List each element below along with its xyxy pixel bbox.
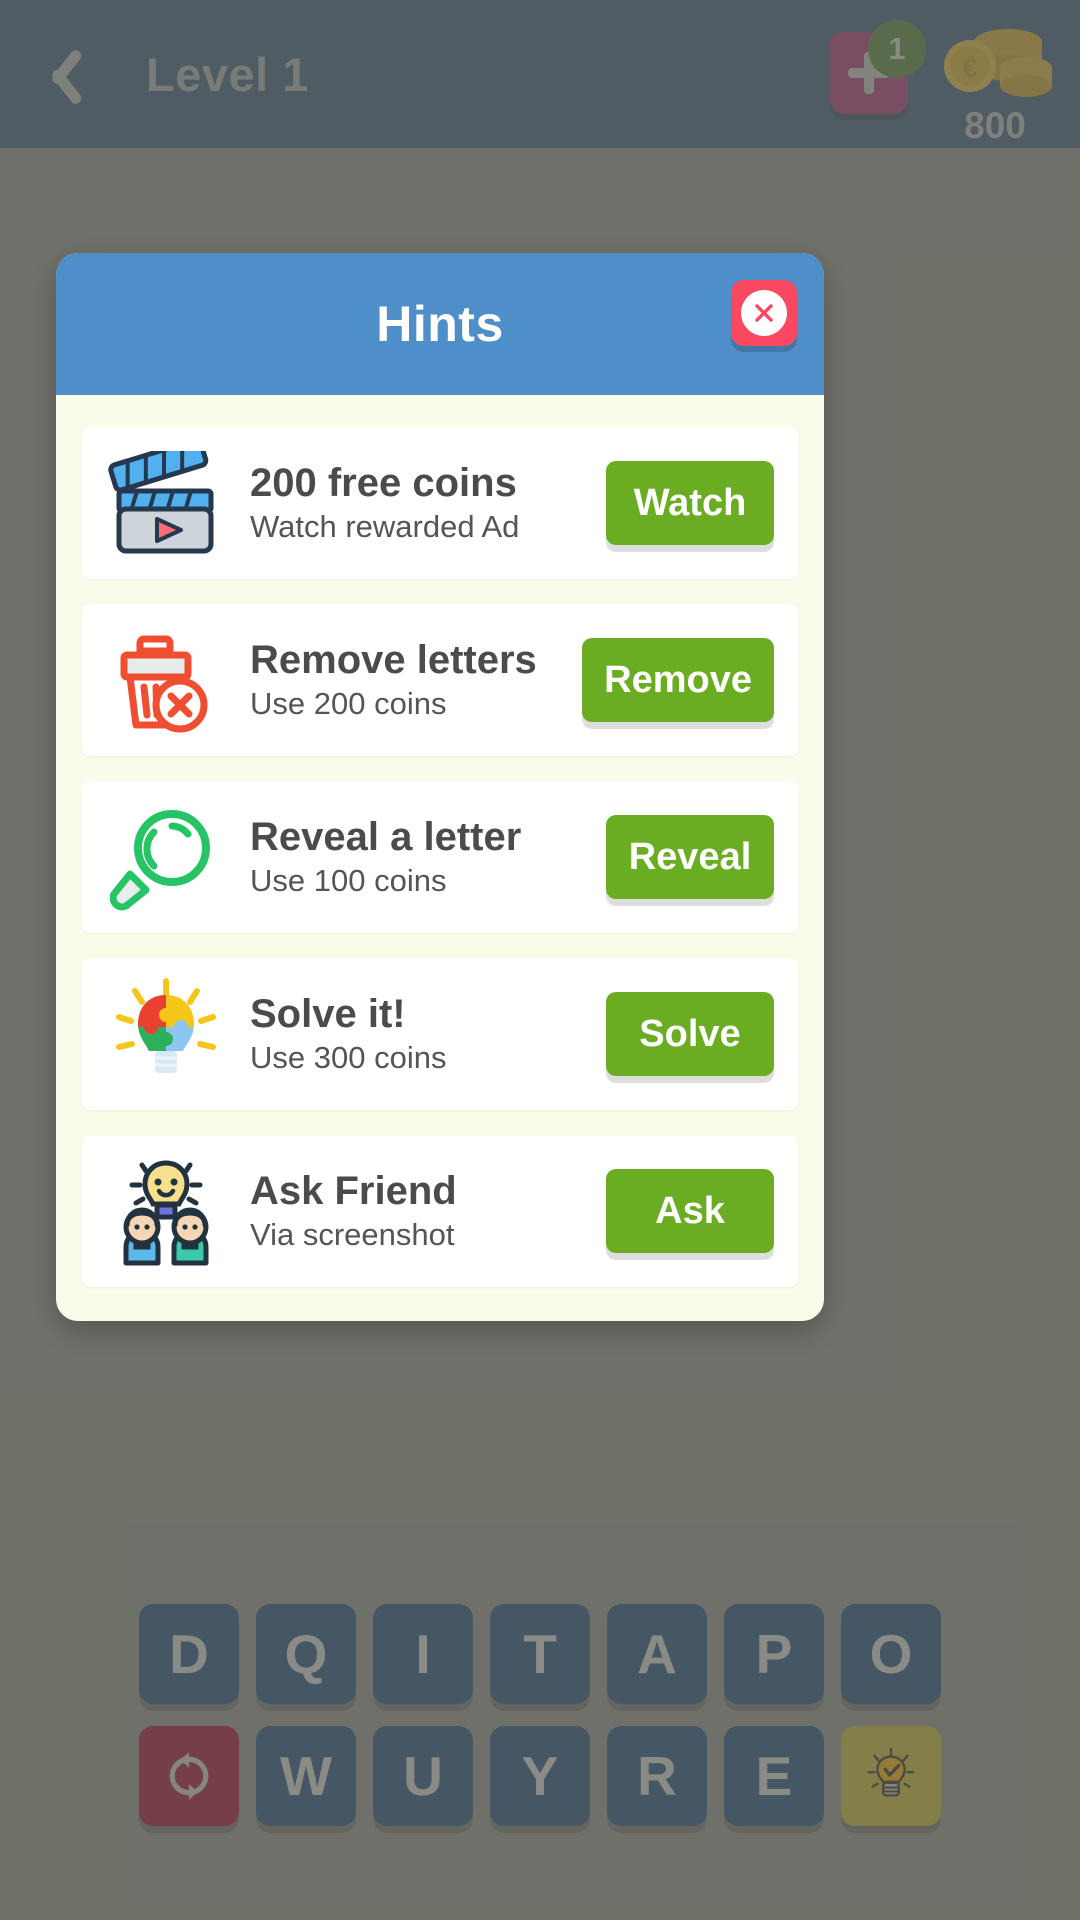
close-x-icon	[741, 290, 787, 336]
hint-row[interactable]: Remove letters Use 200 coins Remove	[82, 604, 798, 756]
hints-dialog: Hints 200 free coins Watch rewarded Ad W…	[56, 253, 824, 1321]
clapperboard-video-icon	[100, 444, 232, 562]
solve-button[interactable]: Solve	[606, 992, 774, 1076]
hint-text-group: Solve it! Use 300 coins	[232, 992, 606, 1077]
hint-text-group: Ask Friend Via screenshot	[232, 1169, 606, 1254]
friends-lightbulb-icon	[100, 1152, 232, 1270]
hint-row[interactable]: Reveal a letter Use 100 coins Reveal	[82, 781, 798, 933]
hint-title: Ask Friend	[250, 1168, 457, 1213]
trash-delete-icon	[100, 621, 232, 739]
dialog-title: Hints	[376, 296, 504, 352]
ask-button[interactable]: Ask	[606, 1169, 774, 1253]
dialog-header: Hints	[56, 253, 824, 395]
remove-button[interactable]: Remove	[582, 638, 774, 722]
watch-button[interactable]: Watch	[606, 461, 774, 545]
dialog-body: 200 free coins Watch rewarded Ad Watch R…	[56, 395, 824, 1321]
hint-text-group: Remove letters Use 200 coins	[232, 638, 582, 723]
hint-text-group: Reveal a letter Use 100 coins	[232, 815, 606, 900]
hint-title: 200 free coins	[250, 460, 517, 505]
magnifier-search-icon	[100, 798, 232, 916]
hint-row[interactable]: 200 free coins Watch rewarded Ad Watch	[82, 427, 798, 579]
hint-subtitle: Use 200 coins	[250, 686, 447, 722]
hint-text-group: 200 free coins Watch rewarded Ad	[232, 461, 606, 546]
close-button[interactable]	[731, 280, 797, 346]
reveal-button[interactable]: Reveal	[606, 815, 774, 899]
hint-subtitle: Via screenshot	[250, 1217, 455, 1253]
hint-subtitle: Use 100 coins	[250, 863, 447, 899]
x-glyph	[755, 304, 773, 322]
hint-title: Remove letters	[250, 637, 537, 682]
hint-title: Solve it!	[250, 991, 406, 1036]
hint-subtitle: Use 300 coins	[250, 1040, 447, 1076]
hint-row[interactable]: Ask Friend Via screenshot Ask	[82, 1135, 798, 1287]
hint-row[interactable]: Solve it! Use 300 coins Solve	[82, 958, 798, 1110]
hint-title: Reveal a letter	[250, 814, 522, 859]
puzzle-lightbulb-icon	[100, 975, 232, 1093]
hint-subtitle: Watch rewarded Ad	[250, 509, 520, 545]
